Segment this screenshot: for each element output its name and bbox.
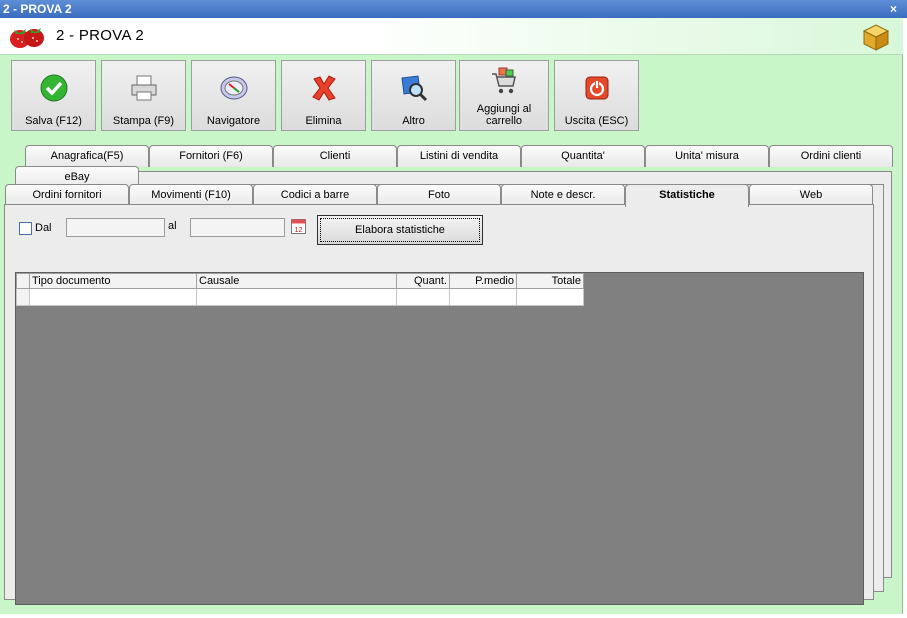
power-icon <box>585 76 608 100</box>
main-window: 2 - PROVA 2 Salva (F12) Stampa (F9) Navi… <box>0 18 903 614</box>
date-to-input[interactable] <box>190 218 285 237</box>
save-button[interactable]: Salva (F12) <box>11 60 96 131</box>
row-header-corner <box>16 273 30 289</box>
printer-icon <box>131 75 156 101</box>
tab-unita-misura[interactable]: Unita' misura <box>645 145 769 167</box>
navigator-button[interactable]: Navigatore <box>191 60 276 131</box>
strawberry-logo-icon <box>10 28 44 48</box>
statistiche-panel: Dal al 12 Elabora statistiche Tipo docum… <box>4 204 874 605</box>
delete-button-label: Elimina <box>305 115 342 127</box>
column-p-medio[interactable]: P.medio <box>449 273 517 289</box>
tab-foto[interactable]: Foto <box>377 184 501 206</box>
tab-listini-di-vendita[interactable]: Listini di vendita <box>397 145 521 167</box>
delete-button[interactable]: Elimina <box>281 60 366 131</box>
tab-ordini-clienti[interactable]: Ordini clienti <box>769 145 893 167</box>
navigator-button-label: Navigatore <box>206 115 261 127</box>
save-button-label: Salva (F12) <box>25 115 82 127</box>
dal-checkbox[interactable] <box>19 222 32 235</box>
tab-quantita[interactable]: Quantita' <box>521 145 645 167</box>
column-tipo-documento[interactable]: Tipo documento <box>29 273 197 289</box>
date-from-input[interactable] <box>66 218 165 237</box>
print-button-label: Stampa (F9) <box>112 115 175 127</box>
table-cell[interactable] <box>396 288 450 306</box>
check-icon <box>40 74 67 102</box>
exit-button-label: Uscita (ESC) <box>564 115 629 127</box>
statistics-table: Tipo documento Causale Quant. P.medio To… <box>16 273 584 306</box>
row-header <box>16 288 30 306</box>
window-titlebar: 2 - PROVA 2 × <box>0 0 907 18</box>
calendar-icon-text: 12 <box>295 227 303 234</box>
close-icon[interactable]: × <box>890 0 897 18</box>
column-quant[interactable]: Quant. <box>396 273 450 289</box>
table-row[interactable] <box>16 288 584 306</box>
elabora-statistiche-button[interactable]: Elabora statistiche <box>317 215 483 245</box>
table-cell[interactable] <box>516 288 584 306</box>
calendar-icon[interactable]: 12 <box>291 219 306 234</box>
other-button[interactable]: Altro <box>371 60 456 131</box>
x-icon <box>311 75 336 101</box>
statistics-grid[interactable]: Tipo documento Causale Quant. P.medio To… <box>15 272 864 605</box>
tab-web[interactable]: Web <box>749 184 873 206</box>
add-to-cart-button-label: Aggiungi al carrello <box>476 103 532 127</box>
record-title: 2 - PROVA 2 <box>56 27 145 44</box>
al-label: al <box>168 220 177 232</box>
tab-anagrafica[interactable]: Anagrafica(F5) <box>25 145 149 167</box>
record-header: 2 - PROVA 2 <box>0 18 903 55</box>
compass-icon <box>220 76 247 100</box>
table-cell[interactable] <box>449 288 517 306</box>
table-cell[interactable] <box>196 288 397 306</box>
tab-fornitori[interactable]: Fornitori (F6) <box>149 145 273 167</box>
add-to-cart-button[interactable]: Aggiungi al carrello <box>459 60 549 131</box>
tab-movimenti[interactable]: Movimenti (F10) <box>129 184 253 206</box>
tab-codici-a-barre[interactable]: Codici a barre <box>253 184 377 206</box>
exit-button[interactable]: Uscita (ESC) <box>554 60 639 131</box>
other-button-label: Altro <box>402 115 425 127</box>
dal-label: Dal <box>35 222 52 234</box>
cart-icon <box>492 67 516 94</box>
tab-note-e-descr[interactable]: Note e descr. <box>501 184 625 206</box>
column-totale[interactable]: Totale <box>516 273 584 289</box>
print-button[interactable]: Stampa (F9) <box>101 60 186 131</box>
window-title: 2 - PROVA 2 <box>3 2 72 16</box>
magnifier-icon <box>400 75 427 102</box>
tab-clienti[interactable]: Clienti <box>273 145 397 167</box>
column-causale[interactable]: Causale <box>196 273 397 289</box>
package-icon[interactable] <box>861 22 891 52</box>
tab-statistiche[interactable]: Statistiche <box>625 184 749 207</box>
tab-ordini-fornitori[interactable]: Ordini fornitori <box>5 184 129 206</box>
table-cell[interactable] <box>29 288 197 306</box>
